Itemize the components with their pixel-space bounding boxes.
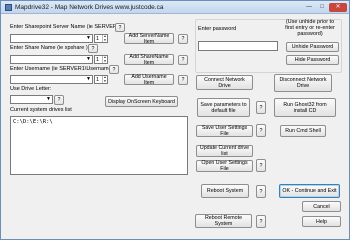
username-label: Enter Username (ie SERVER1\Username) <box>10 66 114 72</box>
password-note: (Use unhide prior to first entry or re-e… <box>285 19 335 37</box>
help-button[interactable]: Help <box>302 216 341 227</box>
reboot-remote-system-button[interactable]: Reboot Remote System <box>195 214 252 228</box>
username-index-value: 1 <box>96 77 100 83</box>
maximize-icon[interactable]: □ <box>316 3 328 12</box>
server-name-combo[interactable]: ▼ <box>10 34 93 43</box>
app-window: Mapdrive32 - Map Network Drives www.just… <box>0 0 350 240</box>
open-user-settings-help-button[interactable]: ? <box>256 159 266 172</box>
open-user-settings-button[interactable]: Open User Settings File <box>196 160 253 172</box>
spinner-arrows-icon[interactable]: ▲ ▼ <box>102 55 107 63</box>
username-index-spinner[interactable]: 1 ▲ ▼ <box>94 75 108 84</box>
drives-list-box[interactable]: C:\D:\E:\R:\ <box>10 116 188 175</box>
add-username-help-button[interactable]: ? <box>178 75 188 85</box>
display-onscreen-keyboard-button[interactable]: Display OnScreen Keyboard <box>105 96 178 107</box>
drive-letter-combo[interactable]: ▼ <box>10 95 53 104</box>
add-share-help-button[interactable]: ? <box>178 55 188 65</box>
password-label: Enter password <box>198 26 237 32</box>
reboot-help-button[interactable]: ? <box>256 185 266 198</box>
ok-continue-exit-button[interactable]: OK - Continue and Exit <box>279 184 340 198</box>
server-index-value: 1 <box>96 36 100 42</box>
share-index-value: 1 <box>96 57 100 63</box>
password-input[interactable] <box>198 41 278 51</box>
server-index-spinner[interactable]: 1 ▲ ▼ <box>94 34 108 43</box>
window-title: Mapdrive32 - Map Network Drives www.just… <box>15 4 164 11</box>
add-username-button[interactable]: Add Username Item <box>124 74 174 86</box>
drives-list-text: C:\D:\E:\R:\ <box>13 119 53 125</box>
chevron-down-icon: ▼ <box>85 56 92 63</box>
share-index-spinner[interactable]: 1 ▲ ▼ <box>94 55 108 64</box>
save-user-settings-help-button[interactable]: ? <box>256 124 266 137</box>
spinner-arrows-icon[interactable]: ▲ ▼ <box>102 75 107 83</box>
username-combo[interactable]: ▼ <box>10 75 93 84</box>
add-server-help-button[interactable]: ? <box>178 34 188 44</box>
connect-network-drive-button[interactable]: Connect Network Drive <box>196 75 253 90</box>
save-parameters-button[interactable]: Save parameters to default file <box>197 98 250 117</box>
reboot-remote-help-button[interactable]: ? <box>256 215 266 228</box>
reboot-system-button[interactable]: Reboot System <box>201 184 249 198</box>
add-server-name-button[interactable]: Add ServerName Item <box>124 33 174 45</box>
server-help-button[interactable]: ? <box>115 23 125 32</box>
disconnect-network-drive-button[interactable]: Disconnect Network Drive <box>274 74 332 92</box>
chevron-down-icon: ▼ <box>45 96 52 103</box>
spinner-arrows-icon[interactable]: ▲ ▼ <box>102 34 107 42</box>
chevron-down-icon: ▼ <box>85 35 92 42</box>
minimize-icon[interactable]: — <box>303 3 315 12</box>
save-parameters-help-button[interactable]: ? <box>256 101 266 114</box>
run-cmd-shell-button[interactable]: Run Cmd Shell <box>280 125 326 137</box>
username-help-button[interactable]: ? <box>109 65 119 74</box>
update-drive-list-button[interactable]: Update Current drive list <box>196 145 253 157</box>
share-name-label: Enter Share Name (ie xpshare ) <box>10 45 88 51</box>
share-name-combo[interactable]: ▼ <box>10 55 93 64</box>
unhide-password-button[interactable]: Unhide Password <box>286 42 339 52</box>
server-name-label: Enter Sharepoint Server Name (ie SERVER1… <box>10 24 122 30</box>
main-panel: Enter Sharepoint Server Name (ie SERVER1… <box>4 15 347 238</box>
chevron-down-icon: ▼ <box>85 76 92 83</box>
close-icon[interactable]: ✕ <box>329 3 347 12</box>
drive-letter-label: Use Drive Letter: <box>10 86 52 92</box>
drives-list-label: Current system drives list <box>10 107 72 113</box>
drive-letter-help-button[interactable]: ? <box>54 95 64 105</box>
add-share-name-button[interactable]: Add ShareName Item <box>124 54 174 66</box>
cancel-button[interactable]: Cancel <box>302 201 341 212</box>
share-help-button[interactable]: ? <box>88 44 98 53</box>
app-icon <box>5 4 12 11</box>
hide-password-button[interactable]: Hide Password <box>286 55 339 65</box>
save-user-settings-button[interactable]: Save User Settings File <box>196 125 253 137</box>
title-bar[interactable]: Mapdrive32 - Map Network Drives www.just… <box>1 1 349 14</box>
run-ghost32-button[interactable]: Run Ghost32 from install CD <box>274 98 336 117</box>
